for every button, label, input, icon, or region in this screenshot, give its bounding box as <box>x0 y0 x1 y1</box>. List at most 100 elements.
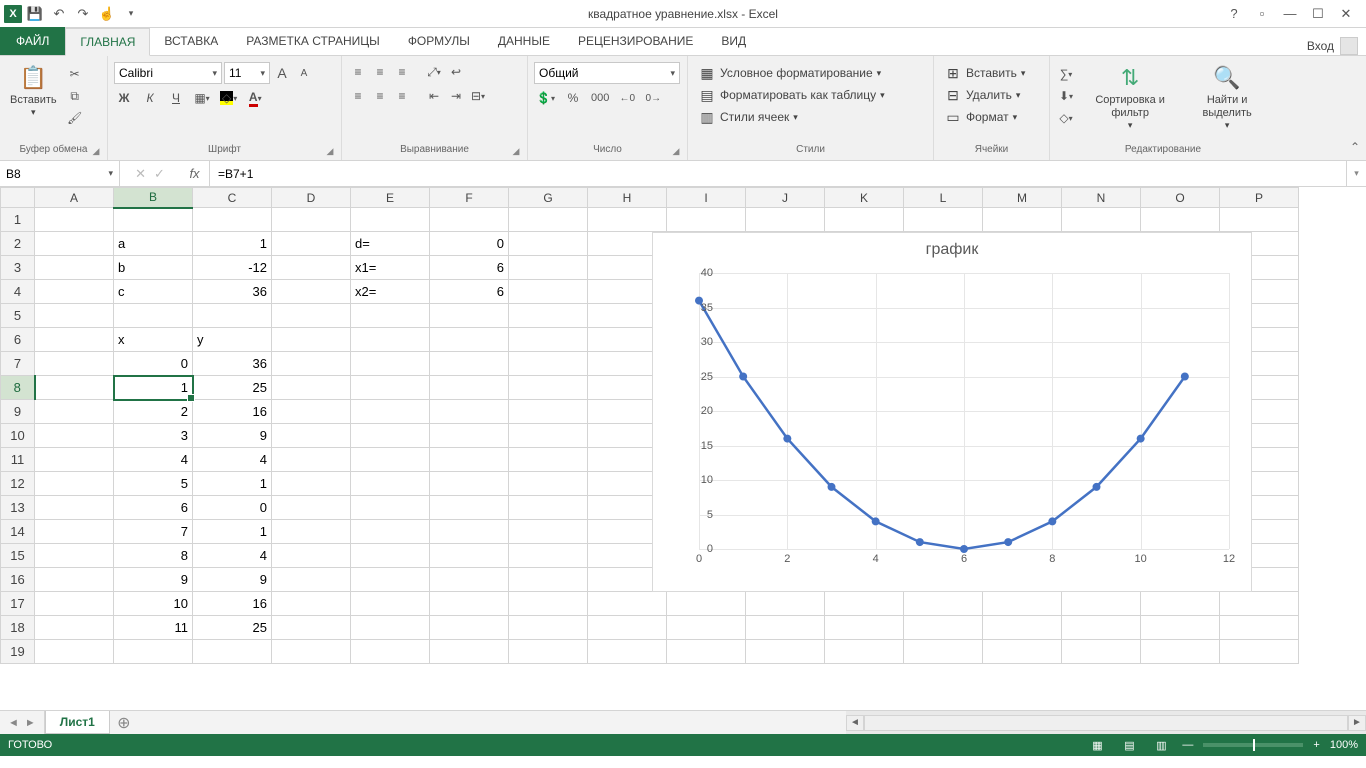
cell-D14[interactable] <box>272 520 351 544</box>
tab-данные[interactable]: ДАННЫЕ <box>484 27 564 55</box>
cell-O19[interactable] <box>1141 640 1220 664</box>
cell-I18[interactable] <box>667 616 746 640</box>
cell-C3[interactable]: -12 <box>193 256 272 280</box>
cell-C15[interactable]: 4 <box>193 544 272 568</box>
row-header-11[interactable]: 11 <box>1 448 35 472</box>
cell-D8[interactable] <box>272 376 351 400</box>
fill-icon[interactable]: ⬇▾ <box>1056 86 1076 106</box>
cell-B1[interactable] <box>114 208 193 232</box>
row-header-19[interactable]: 19 <box>1 640 35 664</box>
collapse-ribbon-icon[interactable]: ⌃ <box>1350 140 1360 154</box>
cell-C2[interactable]: 1 <box>193 232 272 256</box>
dialog-launcher-icon[interactable]: ◢ <box>511 146 521 156</box>
accept-formula-icon[interactable]: ✓ <box>154 166 165 182</box>
cell-B6[interactable]: x <box>114 328 193 352</box>
sort-filter-button[interactable]: ⇅ Сортировка и фильтр▾ <box>1080 60 1180 133</box>
col-header-D[interactable]: D <box>272 188 351 208</box>
row-header-16[interactable]: 16 <box>1 568 35 592</box>
cell-G7[interactable] <box>509 352 588 376</box>
undo-icon[interactable]: ↶ <box>48 3 70 25</box>
cell-G8[interactable] <box>509 376 588 400</box>
cell-E10[interactable] <box>351 424 430 448</box>
minimize-icon[interactable]: — <box>1278 4 1302 24</box>
cell-L1[interactable] <box>904 208 983 232</box>
cell-F18[interactable] <box>430 616 509 640</box>
dialog-launcher-icon[interactable]: ◢ <box>325 146 335 156</box>
cell-E2[interactable]: d= <box>351 232 430 256</box>
row-header-10[interactable]: 10 <box>1 424 35 448</box>
cell-C6[interactable]: y <box>193 328 272 352</box>
cell-F3[interactable]: 6 <box>430 256 509 280</box>
decrease-font-icon[interactable]: A <box>294 63 314 83</box>
col-header-G[interactable]: G <box>509 188 588 208</box>
cell-E4[interactable]: x2= <box>351 280 430 304</box>
cell-E5[interactable] <box>351 304 430 328</box>
cell-B18[interactable]: 11 <box>114 616 193 640</box>
cell-O18[interactable] <box>1141 616 1220 640</box>
col-header-O[interactable]: O <box>1141 188 1220 208</box>
page-break-view-icon[interactable]: ▥ <box>1150 737 1172 753</box>
row-header-5[interactable]: 5 <box>1 304 35 328</box>
cell-F5[interactable] <box>430 304 509 328</box>
cancel-formula-icon[interactable]: ✕ <box>135 166 146 182</box>
embedded-chart[interactable]: график 0510152025303540024681012 <box>652 232 1252 592</box>
col-header-L[interactable]: L <box>904 188 983 208</box>
row-header-2[interactable]: 2 <box>1 232 35 256</box>
tab-главная[interactable]: ГЛАВНАЯ <box>65 28 150 56</box>
cell-B7[interactable]: 0 <box>114 352 193 376</box>
font-size-combo[interactable]: 11▾ <box>224 62 270 84</box>
cell-A9[interactable] <box>35 400 114 424</box>
cell-J18[interactable] <box>746 616 825 640</box>
cell-A5[interactable] <box>35 304 114 328</box>
cell-G15[interactable] <box>509 544 588 568</box>
autosum-icon[interactable]: ∑▾ <box>1056 64 1076 84</box>
format-painter-icon[interactable]: 🖌 <box>65 108 85 128</box>
first-sheet-icon[interactable]: ◄ <box>8 717 19 729</box>
cell-C1[interactable] <box>193 208 272 232</box>
cut-icon[interactable]: ✂ <box>65 64 85 84</box>
save-icon[interactable]: 💾 <box>24 3 46 25</box>
col-header-J[interactable]: J <box>746 188 825 208</box>
cell-B4[interactable]: c <box>114 280 193 304</box>
tab-рецензирование[interactable]: РЕЦЕНЗИРОВАНИЕ <box>564 27 707 55</box>
cell-B5[interactable] <box>114 304 193 328</box>
cell-A15[interactable] <box>35 544 114 568</box>
cell-B3[interactable]: b <box>114 256 193 280</box>
currency-icon[interactable]: 💲▾ <box>534 88 557 108</box>
bold-button[interactable]: Ж <box>114 88 134 108</box>
row-header-13[interactable]: 13 <box>1 496 35 520</box>
cell-C10[interactable]: 9 <box>193 424 272 448</box>
cell-C8[interactable]: 25 <box>193 376 272 400</box>
cell-N19[interactable] <box>1062 640 1141 664</box>
ribbon-options-icon[interactable]: ▫ <box>1250 4 1274 24</box>
cell-F11[interactable] <box>430 448 509 472</box>
clear-icon[interactable]: ◇▾ <box>1056 108 1076 128</box>
cell-M18[interactable] <box>983 616 1062 640</box>
decrease-indent-icon[interactable]: ⇤ <box>424 86 444 106</box>
cell-A2[interactable] <box>35 232 114 256</box>
align-bottom-icon[interactable]: ≡ <box>392 62 412 82</box>
worksheet-grid[interactable]: ABCDEFGHIJKLMNOP12a1d=03b-12x1=64c36x2=6… <box>0 187 1366 710</box>
zoom-level[interactable]: 100% <box>1330 739 1358 751</box>
cell-G5[interactable] <box>509 304 588 328</box>
zoom-slider[interactable] <box>1203 743 1303 747</box>
font-color-icon[interactable]: A▾ <box>245 88 265 108</box>
normal-view-icon[interactable]: ▦ <box>1086 737 1108 753</box>
cell-I1[interactable] <box>667 208 746 232</box>
cell-E8[interactable] <box>351 376 430 400</box>
cell-N17[interactable] <box>1062 592 1141 616</box>
cell-E12[interactable] <box>351 472 430 496</box>
fx-icon[interactable]: fx <box>180 161 210 186</box>
cell-E16[interactable] <box>351 568 430 592</box>
col-header-E[interactable]: E <box>351 188 430 208</box>
cell-E7[interactable] <box>351 352 430 376</box>
align-left-icon[interactable]: ≡ <box>348 86 368 106</box>
cell-A14[interactable] <box>35 520 114 544</box>
cell-A13[interactable] <box>35 496 114 520</box>
cell-C13[interactable]: 0 <box>193 496 272 520</box>
increase-indent-icon[interactable]: ⇥ <box>446 86 466 106</box>
cell-D3[interactable] <box>272 256 351 280</box>
cell-C11[interactable]: 4 <box>193 448 272 472</box>
cell-C19[interactable] <box>193 640 272 664</box>
cell-E11[interactable] <box>351 448 430 472</box>
